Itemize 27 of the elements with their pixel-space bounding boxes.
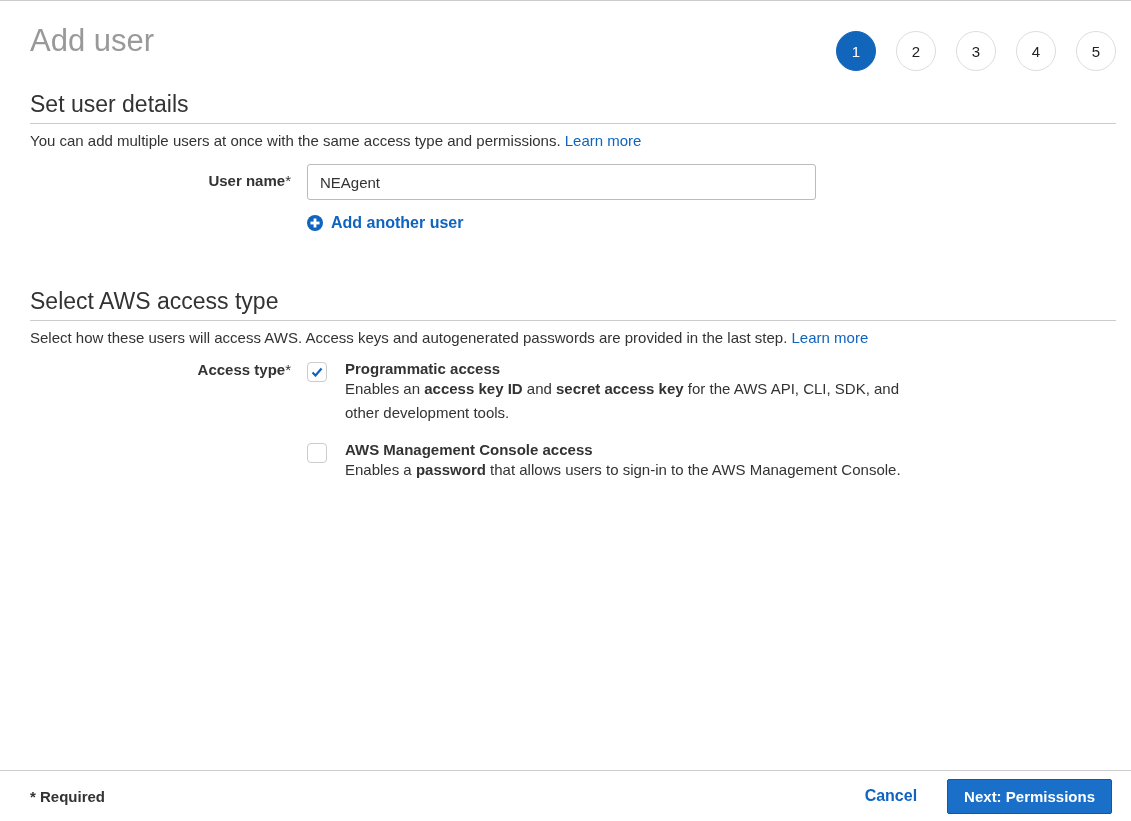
field-label: User name* — [208, 172, 291, 189]
option-description: Enables an access key ID and secret access key for the AWS API, CLI, SDK, and other development tools. — [345, 379, 901, 423]
step-indicator[interactable]: 4 — [1016, 31, 1056, 71]
option-title: AWS Management Console access — [345, 441, 594, 458]
cancel-link[interactable]: Cancel — [864, 787, 918, 805]
section-description: Select how these users will access AWS. Access keys and autogenerated passwords are provided in the last step. Learn more — [30, 329, 870, 346]
learn-more-link[interactable]: Learn more — [564, 132, 642, 149]
plus-circle-icon — [307, 215, 323, 231]
field-label: Access type* — [197, 361, 291, 378]
option-title: Programmatic access — [345, 360, 502, 377]
user-name-input[interactable]: NEAgent — [307, 164, 816, 200]
checkbox[interactable] — [307, 443, 327, 463]
required-note: * Required — [30, 787, 105, 805]
learn-more-link[interactable]: Learn more — [791, 329, 869, 346]
section-heading: Set user details — [30, 91, 190, 118]
step-indicator[interactable]: 2 — [896, 31, 936, 71]
option-description: Enables a password that allows users to sign-in to the AWS Management Console. — [345, 460, 901, 480]
checkmark-icon — [311, 367, 323, 377]
page-title: Add user — [30, 23, 155, 59]
step-indicator[interactable]: 1 — [836, 31, 876, 71]
next-button[interactable]: Next: Permissions — [947, 778, 1112, 814]
step-indicator[interactable]: 3 — [956, 31, 996, 71]
step-indicator[interactable]: 5 — [1076, 31, 1116, 71]
checkbox[interactable] — [307, 362, 327, 382]
add-another-user-link[interactable]: Add another user — [307, 214, 464, 232]
section-description: You can add multiple users at once with the same access type and permissions. Learn more — [30, 132, 643, 149]
section-heading: Select AWS access type — [30, 288, 280, 315]
